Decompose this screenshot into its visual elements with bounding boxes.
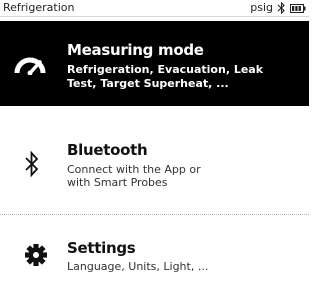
gear-icon xyxy=(25,244,47,266)
status-indicators: psig xyxy=(250,1,306,15)
menu-item-description-line2: with Smart Probes xyxy=(67,176,168,189)
menu-item-title: Bluetooth xyxy=(67,141,148,159)
divider xyxy=(0,214,309,215)
bluetooth-icon xyxy=(25,150,39,178)
menu-item-title: Settings xyxy=(67,239,136,257)
gauge-icon xyxy=(14,57,46,75)
status-title: Refrigeration xyxy=(3,1,75,14)
pressure-unit-label: psig xyxy=(250,1,273,14)
menu-item-settings[interactable]: Settings Language, Units, Light, ... xyxy=(0,232,309,284)
menu-item-measuring-mode[interactable]: Measuring mode Refrigeration, Evacuation… xyxy=(0,21,309,106)
menu-item-description-line1: Refrigeration, Evacuation, Leak xyxy=(67,63,264,76)
menu-item-title: Measuring mode xyxy=(67,41,204,59)
menu-item-description-line1: Language, Units, Light, ... xyxy=(67,260,209,273)
menu-item-description-line2: Test, Target Superheat, ... xyxy=(67,77,229,90)
battery-icon xyxy=(290,3,306,13)
bluetooth-icon xyxy=(277,2,285,14)
menu-item-bluetooth[interactable]: Bluetooth Connect with the App or with S… xyxy=(0,130,309,214)
menu-item-description-line1: Connect with the App or xyxy=(67,163,201,176)
status-bar: Refrigeration psig xyxy=(0,0,309,17)
